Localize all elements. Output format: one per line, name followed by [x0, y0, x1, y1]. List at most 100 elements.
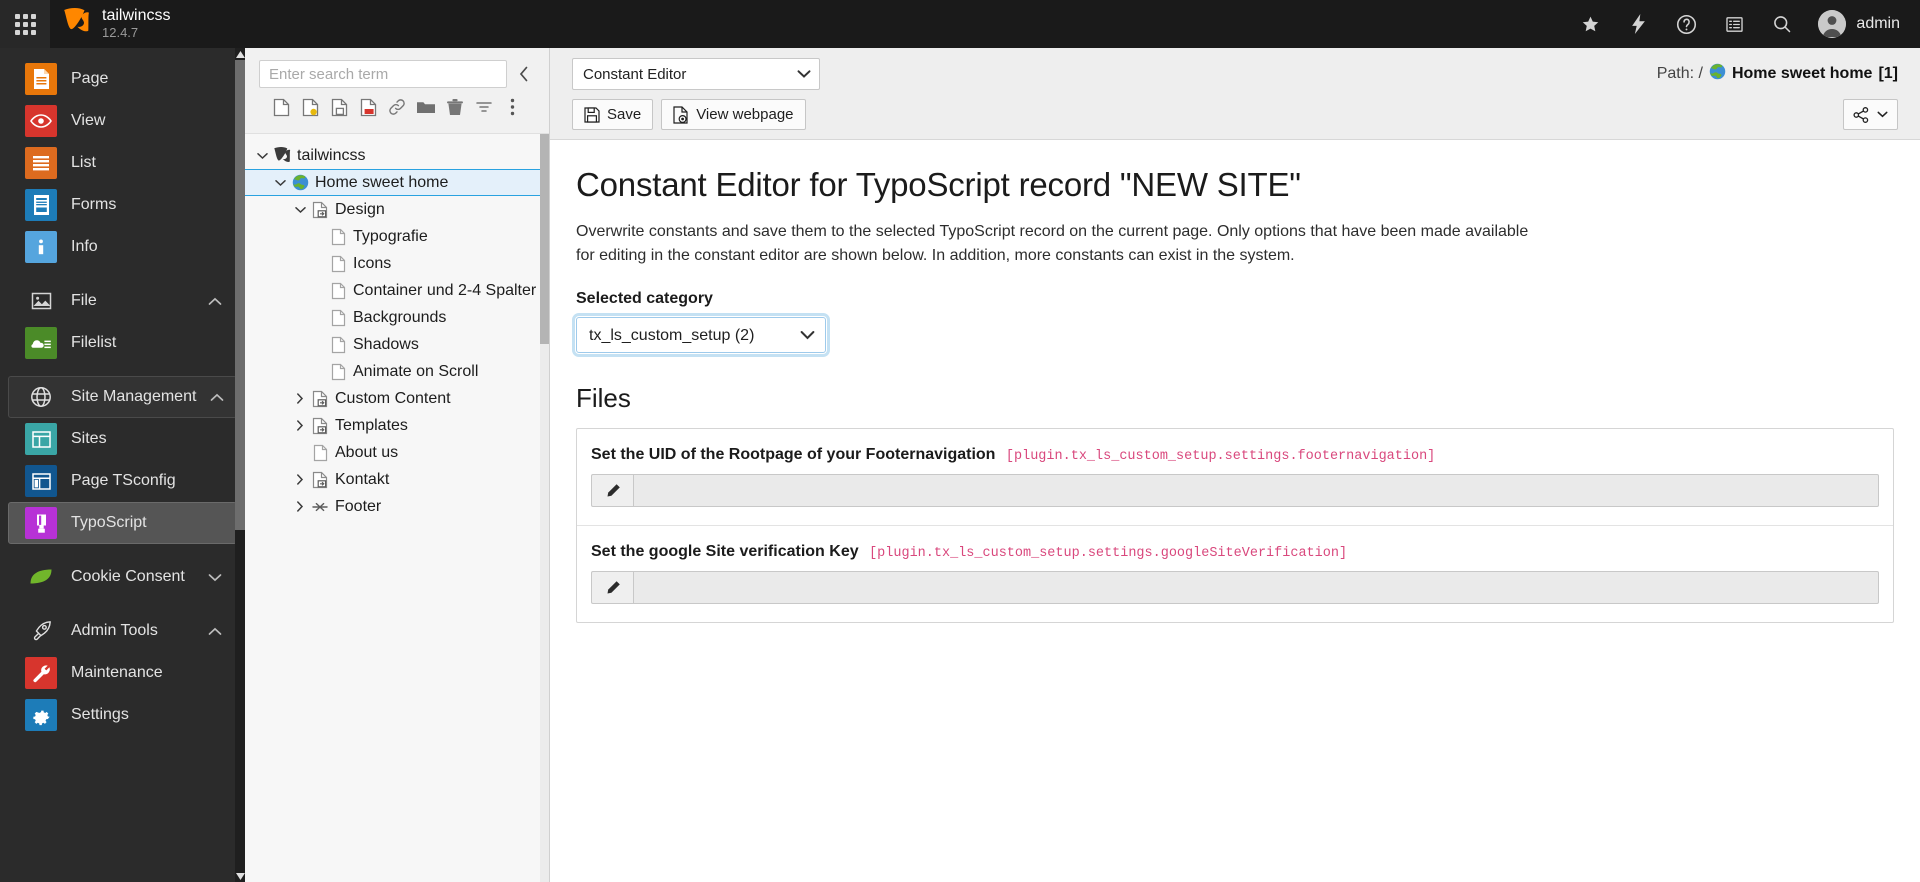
page-doc-icon [327, 255, 349, 273]
sidebar-item-sites[interactable]: Sites [8, 418, 237, 460]
view-webpage-button[interactable]: View webpage [661, 99, 806, 130]
modulemenu-scroll-thumb[interactable] [235, 60, 245, 530]
constant-value-input[interactable] [633, 571, 1879, 604]
tree-toggle-open-icon[interactable] [291, 206, 309, 214]
help-button[interactable] [1664, 0, 1708, 48]
search-button[interactable] [1760, 0, 1804, 48]
tree-node-container-und-spalter[interactable]: Container und 2-4 Spalter [245, 277, 549, 304]
tree-node-typografie[interactable]: Typografie [245, 223, 549, 250]
category-select-wrapper: tx_ls_custom_setup (2) [572, 313, 830, 357]
edit-constant-button[interactable] [591, 571, 633, 604]
sidebar-item-info[interactable]: Info [8, 226, 237, 268]
tree-node-backgrounds[interactable]: Backgrounds [245, 304, 549, 331]
tree-node-footer[interactable]: Footer [245, 493, 549, 520]
workspaces-button[interactable] [1712, 0, 1756, 48]
sidebar-item-forms[interactable]: Forms [8, 184, 237, 226]
edit-constant-button[interactable] [591, 474, 633, 507]
category-select[interactable]: tx_ls_custom_setup (2) [572, 313, 830, 357]
user-menu-button[interactable]: admin [1808, 0, 1906, 48]
page-tree-scrollbar[interactable] [540, 134, 549, 882]
page-shortcut-icon [309, 471, 331, 489]
chevron-up-icon [208, 297, 222, 306]
more-options-button[interactable] [498, 93, 527, 121]
sidebar-item-list[interactable]: List [8, 142, 237, 184]
constants-card: Set the UID of the Rootpage of your Foot… [576, 428, 1894, 623]
modulemenu-scrollbar[interactable] [235, 48, 245, 882]
tree-node-label: Kontakt [335, 470, 390, 488]
tree-toggle-open-icon[interactable] [271, 179, 289, 187]
filter-button[interactable] [469, 93, 498, 121]
typoscript-icon [25, 507, 57, 539]
new-page-button[interactable] [267, 93, 296, 121]
page-doc-icon [327, 336, 349, 354]
delete-page-button[interactable] [354, 93, 383, 121]
page-tsconfig-icon [25, 465, 57, 497]
avatar [1818, 10, 1847, 38]
tree-node-templates[interactable]: Templates [245, 412, 549, 439]
tree-node-shadows[interactable]: Shadows [245, 331, 549, 358]
sidebar-item-label: Sites [71, 430, 107, 447]
sidebar-item-page[interactable]: Page [8, 58, 237, 100]
scroll-up-arrow-icon[interactable] [235, 48, 245, 60]
sidebar-item-label: Page TSconfig [71, 472, 176, 489]
trash-button[interactable] [440, 93, 469, 121]
tree-toggle-closed-icon[interactable] [291, 474, 309, 485]
constant-value-input[interactable] [633, 474, 1879, 507]
page-shortcut-icon [309, 417, 331, 435]
sidebar-item-label: Page [71, 70, 109, 87]
new-page-wizard-button[interactable] [296, 93, 325, 121]
tree-node-label: Shadows [353, 335, 419, 353]
tree-node-about-us[interactable]: About us [245, 439, 549, 466]
constant-input-group [591, 571, 1879, 604]
flash-button[interactable] [1616, 0, 1660, 48]
tree-node-icons[interactable]: Icons [245, 250, 549, 277]
save-button[interactable]: Save [572, 99, 654, 130]
sidebar-item-label: Info [71, 238, 98, 255]
tree-toggle-open-icon[interactable] [253, 152, 271, 160]
tree-toggle-closed-icon[interactable] [291, 420, 309, 431]
filter-icon [475, 99, 493, 115]
username-label: admin [1856, 15, 1900, 32]
sidebar-item-page-tsconfig[interactable]: Page TSconfig [8, 460, 237, 502]
tree-node-home-sweet-home[interactable]: Home sweet home [245, 169, 549, 196]
tree-node-label: Container und 2-4 Spalter [353, 281, 537, 299]
share-button[interactable] [1843, 99, 1898, 130]
tree-node-label: Typografie [353, 227, 428, 245]
collapse-tree-button[interactable] [513, 60, 535, 88]
tree-node-label: tailwincss [297, 146, 366, 164]
sidebar-item-typoscript[interactable]: TypoScript [8, 502, 237, 544]
tree-node-animate-on-scroll[interactable]: Animate on Scroll [245, 358, 549, 385]
gear-icon [25, 699, 57, 731]
sidebar-item-view[interactable]: View [8, 100, 237, 142]
tree-node-custom-content[interactable]: Custom Content [245, 385, 549, 412]
tree-node-kontakt[interactable]: Kontakt [245, 466, 549, 493]
sidebar-item-maintenance[interactable]: Maintenance [8, 652, 237, 694]
tree-node-design[interactable]: Design [245, 196, 549, 223]
new-page-wizard-icon [302, 98, 319, 117]
sidebar-item-settings[interactable]: Settings [8, 694, 237, 736]
tree-node-tailwincss[interactable]: tailwincss [245, 142, 549, 169]
sidebar-group-site-management[interactable]: Site Management [8, 376, 237, 418]
sidebar-group-file[interactable]: File [8, 280, 237, 322]
module-menu-toggle-button[interactable] [0, 0, 50, 48]
tree-node-label: Templates [335, 416, 408, 434]
module-select[interactable]: Constant Editor [572, 58, 820, 90]
paste-page-button[interactable] [325, 93, 354, 121]
tree-toggle-closed-icon[interactable] [291, 393, 309, 404]
page-doc-icon [327, 309, 349, 327]
sidebar-group-admin-tools[interactable]: Admin Tools [8, 610, 237, 652]
bookmarks-button[interactable] [1568, 0, 1612, 48]
pencil-icon [605, 580, 621, 596]
constant-input-group [591, 474, 1879, 507]
sidebar-group-cookie-consent[interactable]: Cookie Consent [8, 556, 237, 598]
brand[interactable]: tailwincss 12.4.7 [50, 0, 189, 48]
doc-header-buttons: Save View webpage [572, 99, 806, 130]
scroll-down-arrow-icon[interactable] [235, 870, 245, 882]
folder-button[interactable] [411, 93, 440, 121]
sidebar-item-filelist[interactable]: Filelist [8, 322, 237, 364]
page-tree-scroll-thumb[interactable] [540, 134, 549, 344]
tree-toggle-closed-icon[interactable] [291, 501, 309, 512]
search-input[interactable] [259, 60, 507, 88]
tree-node-label: Design [335, 200, 385, 218]
edit-link-button[interactable] [383, 93, 412, 121]
